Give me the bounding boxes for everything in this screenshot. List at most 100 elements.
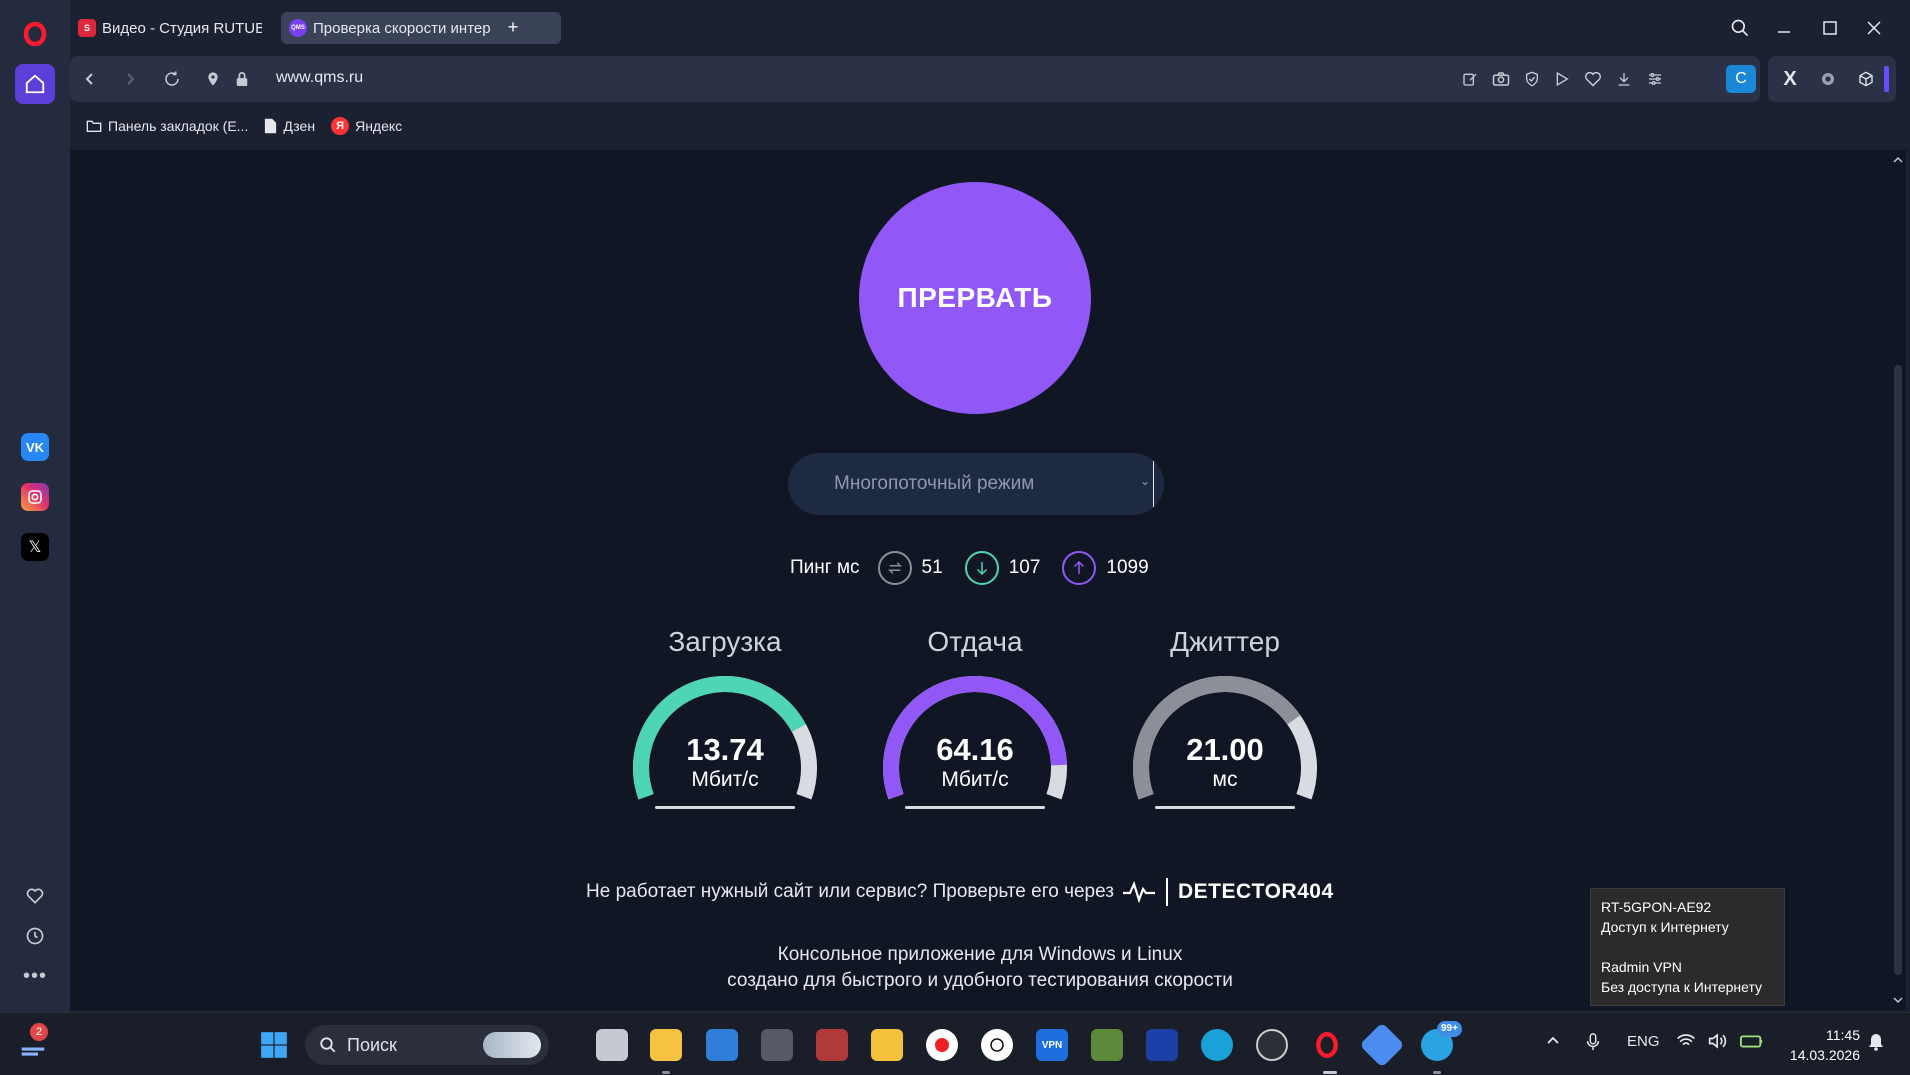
search-tabs-icon[interactable] (1726, 14, 1754, 42)
snapshot-edit-icon[interactable] (1458, 67, 1482, 91)
microphone-icon[interactable] (1586, 1033, 1600, 1051)
vpn-badge-icon[interactable] (1816, 67, 1840, 91)
pulse-icon (1122, 881, 1155, 903)
tray-overflow-icon[interactable] (1545, 1033, 1561, 1049)
language-indicator[interactable]: ENG (1627, 1033, 1660, 1050)
heart-icon[interactable] (15, 876, 55, 916)
taskbar: 2 Поиск VPN 99+ ENG 11:45 14.03.2026 (0, 1012, 1910, 1075)
bookmark-dzen[interactable]: Дзен (264, 118, 315, 134)
forward-icon[interactable] (118, 67, 142, 91)
gauge-underline (1155, 806, 1295, 809)
clock[interactable]: 11:45 14.03.2026 (1784, 1025, 1860, 1065)
home-icon[interactable] (15, 64, 55, 104)
lock-icon[interactable] (230, 67, 254, 91)
scroll-down-icon[interactable] (1890, 994, 1906, 1006)
opera-sidebar: VK 𝕏 ••• (0, 0, 70, 1012)
location-pin-icon[interactable] (201, 67, 225, 91)
gauge-title: Загрузка (668, 626, 782, 657)
gauge-unit: Мбит/с (691, 768, 759, 791)
gauge-title: Джиттер (1170, 626, 1280, 657)
opera-taskbar-icon[interactable] (1311, 1029, 1343, 1061)
file-explorer-icon[interactable] (650, 1029, 682, 1061)
ping-row: Пинг мс 51 107 1099 (790, 548, 1171, 588)
battery-icon[interactable] (1740, 1033, 1764, 1049)
edge-icon[interactable] (1201, 1029, 1233, 1061)
new-tab-button[interactable]: + (501, 16, 525, 40)
chevron-down-icon: ⌄ (1139, 474, 1150, 488)
gauge-underline (905, 806, 1045, 809)
active-indicator (1323, 1071, 1337, 1074)
x-extension-icon[interactable]: X (1778, 67, 1802, 91)
telegram-icon[interactable]: 99+ (1421, 1021, 1462, 1061)
notifications-widget[interactable]: 2 (18, 1023, 50, 1061)
chatgpt-icon[interactable] (981, 1029, 1013, 1061)
scroll-up-icon[interactable] (1890, 154, 1906, 166)
extension-c-button[interactable]: C (1726, 65, 1756, 93)
obs-icon[interactable] (1256, 1029, 1288, 1061)
gauge-jitter: Джиттер 21.00 мс (1125, 626, 1325, 812)
minecraft-icon[interactable] (1091, 1029, 1123, 1061)
maximize-icon[interactable] (1816, 14, 1844, 42)
network-1-name: RT-5GPON-AE92 (1601, 899, 1712, 915)
extensions-cube-icon[interactable] (1854, 67, 1878, 91)
network-tooltip: RT-5GPON-AE92 Доступ к Интернету Radmin … (1590, 888, 1785, 1006)
stop-test-button[interactable]: ПРЕРВАТЬ (859, 182, 1091, 414)
record-icon[interactable] (926, 1029, 958, 1061)
taskbar-search[interactable]: Поиск (305, 1025, 549, 1065)
detector-promo: Не работает нужный сайт или сервис? Пров… (586, 878, 1334, 906)
gauge-underline (655, 806, 795, 809)
clock-time: 11:45 (1826, 1027, 1860, 1043)
gauge-value: 21.00 (1186, 732, 1264, 767)
notification-bell-icon[interactable] (1868, 1033, 1884, 1051)
detector-link[interactable]: DETECTOR404 (1122, 878, 1334, 906)
game-controller-icon[interactable] (871, 1029, 903, 1061)
favorite-heart-icon[interactable] (1581, 67, 1605, 91)
scrollbar[interactable] (1890, 150, 1906, 1010)
task-view-icon[interactable] (596, 1029, 628, 1061)
vpn-app-icon[interactable]: VPN (1036, 1029, 1068, 1061)
easy-setup-icon[interactable] (1643, 67, 1667, 91)
close-icon[interactable] (1860, 14, 1888, 42)
history-icon[interactable] (15, 916, 55, 956)
scrollbar-thumb[interactable] (1894, 365, 1902, 975)
game-launcher-icon[interactable] (1146, 1029, 1178, 1061)
volume-icon[interactable] (1708, 1033, 1728, 1049)
mode-select[interactable]: Многопоточный режим ⌄ (788, 453, 1164, 515)
back-icon[interactable] (78, 67, 102, 91)
world-of-tanks-icon[interactable] (761, 1029, 793, 1061)
x-twitter-icon[interactable]: 𝕏 (15, 527, 55, 567)
download-icon[interactable] (1612, 67, 1636, 91)
pentagon-app-icon[interactable] (1359, 1022, 1405, 1068)
instagram-icon[interactable] (15, 477, 55, 517)
ping-download-icon (964, 551, 999, 585)
wifi-icon[interactable] (1676, 1033, 1696, 1049)
ping-download-value: 107 (1008, 557, 1041, 578)
url-field[interactable]: www.qms.ru (276, 69, 363, 87)
game-app-icon[interactable] (816, 1029, 848, 1061)
tab-rutube[interactable]: S Видео - Студия RUTUBE (70, 12, 270, 44)
address-bar: www.qms.ru C (70, 56, 1760, 102)
text-cursor (1153, 461, 1154, 507)
tab-bar: S Видео - Студия RUTUBE QMS Проверка ско… (70, 0, 1910, 56)
bookmark-yandex[interactable]: Я Яндекс (331, 117, 402, 135)
running-indicator (1433, 1071, 1441, 1074)
tab-title: Проверка скорости интер (313, 19, 491, 37)
shield-icon[interactable] (1520, 67, 1544, 91)
vk-icon[interactable]: VK (15, 427, 55, 467)
camera-icon[interactable] (1489, 67, 1513, 91)
ping-label: Пинг мс (790, 557, 860, 578)
send-play-icon[interactable] (1550, 67, 1574, 91)
ping-idle-value: 51 (921, 557, 943, 578)
reload-icon[interactable] (160, 67, 184, 91)
more-icon[interactable]: ••• (15, 956, 55, 996)
bookmark-folder[interactable]: Панель закладок (Е... (86, 118, 248, 134)
minimize-icon[interactable] (1770, 14, 1798, 42)
opera-logo-icon[interactable] (15, 14, 55, 54)
x-label: 𝕏 (21, 533, 49, 561)
mail-icon[interactable] (706, 1029, 738, 1061)
gauge-download: Загрузка 13.74 Мбит/с (625, 626, 825, 812)
windows-start-icon[interactable] (258, 1029, 290, 1061)
bookmark-label: Дзен (283, 118, 316, 134)
clock-date: 14.03.2026 (1789, 1047, 1860, 1063)
bookmarks-bar: Панель закладок (Е... Дзен Я Яндекс (70, 108, 1910, 144)
